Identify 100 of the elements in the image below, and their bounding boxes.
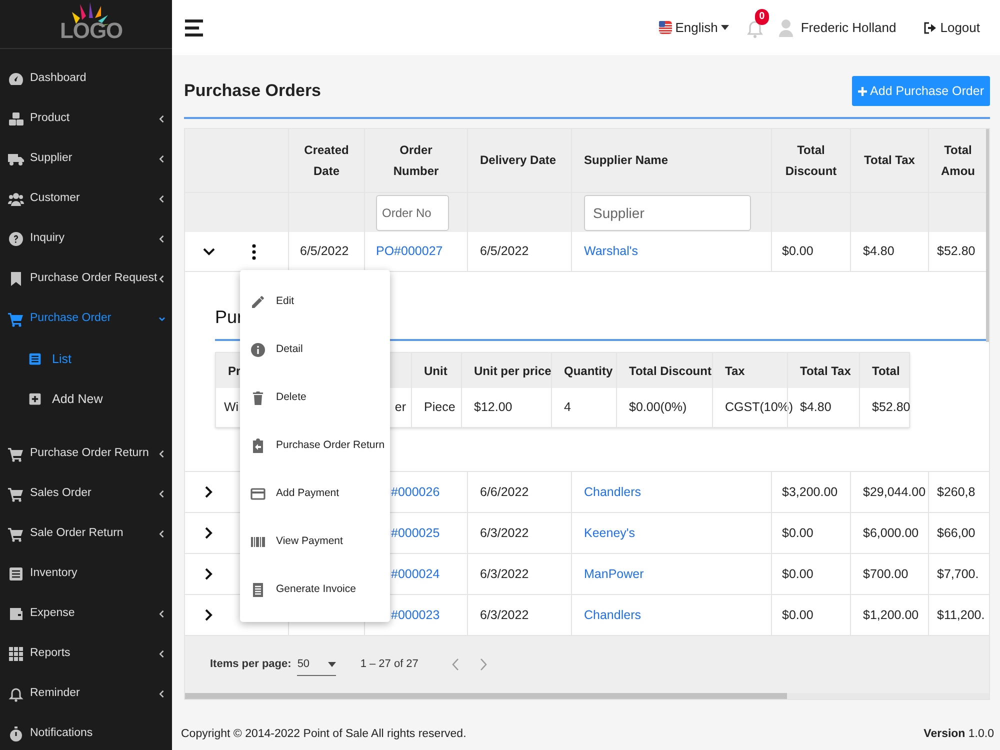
- menu-item[interactable]: Delete: [240, 374, 390, 422]
- version-text: Version 1.0.0: [924, 727, 994, 742]
- sidebar-item[interactable]: Purchase Order Return: [0, 434, 172, 474]
- copyright-text: Copyright © 2014-2022 Point of Sale All rights reserved.: [181, 727, 466, 742]
- table-cell-text: $260,8: [937, 484, 976, 501]
- flag-icon: [659, 21, 672, 34]
- order-number-link[interactable]: #000023: [391, 606, 440, 624]
- order-number-link[interactable]: PO#000027: [376, 242, 443, 261]
- supplier-link[interactable]: Warshal's: [584, 242, 638, 261]
- sidebar-item[interactable]: Sale Order Return: [0, 514, 172, 554]
- table-cell-text: $52.80: [937, 243, 976, 260]
- list-icon: [28, 352, 42, 366]
- column-header: Total Tax: [863, 152, 916, 169]
- supplier-link[interactable]: Keeney's: [584, 524, 636, 542]
- sidebar-item[interactable]: Notifications: [0, 714, 172, 750]
- plus-icon: [858, 86, 868, 96]
- supplier-link[interactable]: ManPower: [584, 564, 644, 584]
- logo-text: LOGO: [60, 20, 123, 42]
- table-cell-text: $52.80: [872, 399, 910, 416]
- table-cell-text: 6/5/2022: [480, 243, 529, 260]
- column-header: Total Discount: [629, 362, 712, 380]
- sidebar-item[interactable]: Sales Order: [0, 474, 172, 514]
- table-cell-text: $4.80: [800, 399, 832, 416]
- sidebar-subitem[interactable]: List: [0, 339, 172, 379]
- order-number-link[interactable]: #000025: [391, 524, 440, 542]
- sidebar-item[interactable]: Reports: [0, 634, 172, 674]
- column-header: Pr: [228, 362, 241, 380]
- menu-icon[interactable]: [185, 18, 203, 38]
- column-header: Total: [872, 362, 900, 380]
- table-cell-text: Wi: [224, 399, 239, 416]
- sidebar-item[interactable]: Inventory: [0, 554, 172, 594]
- chevron-right-icon[interactable]: [205, 486, 213, 498]
- logout-icon: [924, 22, 936, 34]
- menu-item[interactable]: Detail: [240, 326, 390, 374]
- supplier-link[interactable]: Chandlers: [584, 606, 641, 624]
- plus-square-icon: [28, 392, 42, 406]
- sidebar-item[interactable]: Customer: [0, 179, 172, 219]
- table-cell-text: 6/3/2022: [480, 524, 529, 542]
- table-cell-text: $4.80: [863, 243, 894, 260]
- sidebar-item[interactable]: Product: [0, 99, 172, 139]
- order-number-link[interactable]: #000024: [391, 564, 440, 584]
- sidebar-item[interactable]: Expense: [0, 594, 172, 634]
- bell-icon[interactable]: [746, 20, 763, 38]
- order-number-filter[interactable]: Order No: [376, 194, 449, 230]
- chevron-right-icon[interactable]: [205, 609, 213, 621]
- column-header: Quantity: [564, 362, 613, 380]
- gauge-icon: [8, 71, 24, 87]
- table-cell-text: $700.00: [863, 566, 908, 583]
- table-cell-text: $0.00: [782, 243, 814, 260]
- clipboard-arrow-icon: [250, 438, 266, 454]
- table-cell-text: 4: [564, 399, 571, 416]
- truck-icon: [8, 151, 24, 167]
- column-header: Created Date: [303, 142, 350, 180]
- sidebar-subitem[interactable]: Add New: [0, 379, 172, 419]
- column-header: Delivery Date: [480, 152, 556, 169]
- sidebar-item[interactable]: Reminder: [0, 674, 172, 714]
- table-cell-text: 6/6/2022: [480, 484, 529, 501]
- sidebar-item[interactable]: Purchase Order: [0, 299, 172, 339]
- sidebar-item[interactable]: Inquiry: [0, 219, 172, 259]
- table-cell-text: 6/3/2022: [480, 606, 529, 624]
- chevron-right-icon[interactable]: [205, 527, 213, 539]
- column-header: Unit: [424, 362, 448, 380]
- sidebar-item[interactable]: Supplier: [0, 139, 172, 179]
- sidebar-item[interactable]: Purchase Order Request: [0, 259, 172, 299]
- column-header: Total Discount: [784, 142, 838, 180]
- table-cell-text: er: [394, 399, 406, 416]
- page-title: Purchase Orders: [184, 80, 322, 102]
- column-header: Order Number: [392, 142, 440, 180]
- sidebar-item[interactable]: Dashboard: [0, 59, 172, 99]
- cart-icon: [8, 311, 24, 327]
- supplier-filter[interactable]: Supplier: [584, 194, 751, 230]
- table-cell-text: $7,700.: [937, 566, 979, 583]
- user-name[interactable]: Frederic Holland: [800, 18, 896, 38]
- supplier-link[interactable]: Chandlers: [584, 482, 641, 502]
- table-cell-text: 6/5/2022: [300, 243, 349, 260]
- table-cell-text: $0.00: [782, 606, 814, 624]
- more-vertical-icon[interactable]: [252, 244, 256, 260]
- trash-icon: [250, 390, 266, 406]
- chevron-right-icon[interactable]: [205, 568, 213, 580]
- menu-item[interactable]: View Payment: [240, 518, 390, 566]
- table-cell-text: $29,044.00: [863, 484, 926, 501]
- bookmark-icon: [8, 271, 24, 287]
- order-number-link[interactable]: #000026: [391, 482, 440, 502]
- menu-item[interactable]: Generate Invoice: [240, 566, 390, 614]
- users-icon: [8, 191, 24, 207]
- credit-card-icon: [250, 486, 266, 502]
- menu-item[interactable]: Purchase Order Return: [240, 422, 390, 470]
- column-header: Supplier Name: [584, 152, 668, 169]
- list-icon: [8, 566, 24, 582]
- range-label: 1 – 27 of 27: [360, 657, 418, 672]
- cart-icon: [8, 446, 24, 462]
- language-dropdown[interactable]: English: [659, 18, 729, 38]
- table-cell-text: $0.00: [782, 524, 814, 542]
- cart-icon: [8, 526, 24, 542]
- chevron-down-icon[interactable]: [203, 248, 215, 256]
- menu-item[interactable]: Add Payment: [240, 470, 390, 518]
- stopwatch-icon: [8, 726, 24, 742]
- logout-button[interactable]: Logout: [924, 18, 980, 38]
- page-size-select[interactable]: 50: [297, 654, 336, 676]
- column-header: Tax: [725, 362, 745, 380]
